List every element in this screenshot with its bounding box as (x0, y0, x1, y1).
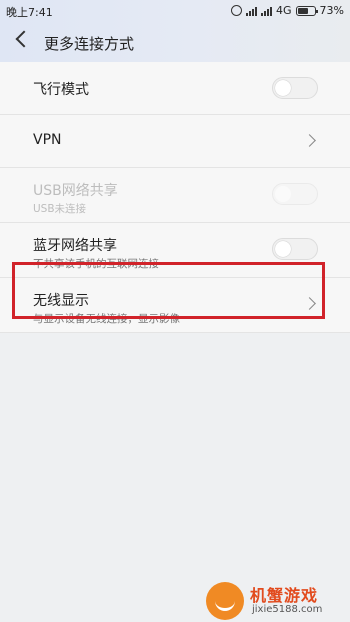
toggle-knob (275, 241, 291, 257)
battery-percent: 73% (319, 4, 344, 17)
setting-subtitle: USB未连接 (33, 203, 87, 215)
back-arrow-icon[interactable] (15, 30, 33, 48)
toggle-knob (275, 80, 291, 96)
setting-label: 蓝牙网络共享 (33, 238, 117, 254)
airplane-mode-toggle[interactable] (272, 77, 318, 99)
bluetooth-tethering-toggle[interactable] (272, 238, 318, 260)
top-bar: 晚上7:41 4G 73% 更多连接方式 (0, 0, 350, 62)
watermark-name: 机蟹游戏 (250, 586, 319, 605)
page-title: 更多连接方式 (44, 35, 135, 53)
network-type: 4G (276, 4, 292, 17)
battery-icon (295, 5, 318, 16)
signal-icon-2 (261, 6, 273, 16)
status-bar: 晚上7:41 4G 73% (0, 0, 350, 22)
setting-usb-tethering: USB网络共享 USB未连接 (0, 168, 350, 223)
watermark: 机蟹游戏 jixie5188.com (206, 578, 346, 622)
status-icons: 4G 73% (231, 4, 344, 17)
highlight-box (12, 262, 325, 319)
watermark-url: jixie5188.com (252, 604, 323, 615)
status-time: 晚上7:41 (6, 6, 53, 19)
setting-label: USB网络共享 (33, 183, 118, 199)
setting-vpn[interactable]: VPN (0, 115, 350, 168)
chevron-right-icon (303, 134, 316, 147)
battery-level (297, 7, 309, 14)
setting-label: 飞行模式 (33, 82, 89, 98)
signal-icon (246, 6, 258, 16)
header: 更多连接方式 (0, 22, 350, 62)
watermark-logo-icon (206, 582, 244, 620)
setting-airplane-mode[interactable]: 飞行模式 (0, 62, 350, 115)
alarm-icon (231, 5, 243, 16)
usb-tethering-toggle (272, 183, 318, 205)
toggle-knob (275, 186, 291, 202)
setting-label: VPN (33, 132, 62, 148)
